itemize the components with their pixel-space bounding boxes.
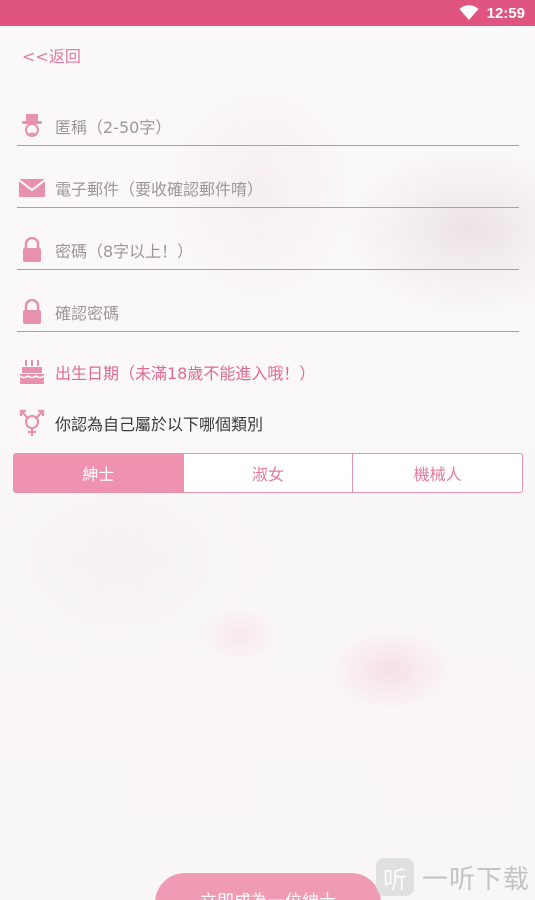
- lock-icon: [17, 298, 47, 326]
- status-bar: 12:59: [0, 0, 535, 26]
- password-field[interactable]: 密碼（8字以上！）: [17, 230, 519, 270]
- gender-option-gentleman[interactable]: 紳士: [14, 454, 184, 492]
- gender-segmented-control: 紳士 淑女 機械人: [13, 453, 523, 493]
- watermark-text: 一听下载: [422, 864, 531, 895]
- confirm-password-placeholder: 確認密碼: [55, 303, 120, 323]
- gender-option-lady[interactable]: 淑女: [184, 454, 354, 492]
- wifi-icon: [459, 5, 479, 20]
- register-button[interactable]: 立即成為一位紳士: [155, 873, 381, 900]
- lock-icon: [17, 236, 47, 264]
- back-button[interactable]: <<返回: [22, 43, 81, 67]
- cake-icon: [17, 357, 47, 387]
- gender-icon: [17, 408, 47, 438]
- gender-option-robot[interactable]: 機械人: [353, 454, 522, 492]
- confirm-password-field[interactable]: 確認密碼: [17, 292, 519, 332]
- gender-question: 你認為自己屬於以下哪個類別: [17, 408, 263, 438]
- birthday-selector[interactable]: 出生日期（未滿18歲不能進入哦！）: [17, 357, 315, 387]
- gentleman-icon: [17, 112, 47, 140]
- birthday-label: 出生日期（未滿18歲不能進入哦！）: [55, 364, 316, 383]
- gender-question-label: 你認為自己屬於以下哪個類別: [55, 415, 264, 434]
- nickname-field[interactable]: 匿稱（2-50字）: [17, 106, 519, 146]
- envelope-icon: [17, 174, 47, 202]
- register-button-label: 立即成為一位紳士: [200, 887, 336, 900]
- email-field[interactable]: 電子郵件（要收確認郵件唷）: [17, 168, 519, 208]
- watermark: 听 一听下载: [376, 858, 530, 896]
- status-time: 12:59: [486, 4, 525, 22]
- watermark-logo: 听: [376, 858, 414, 896]
- nickname-placeholder: 匿稱（2-50字）: [55, 117, 172, 137]
- password-placeholder: 密碼（8字以上！）: [55, 241, 194, 261]
- email-placeholder: 電子郵件（要收確認郵件唷）: [55, 179, 264, 199]
